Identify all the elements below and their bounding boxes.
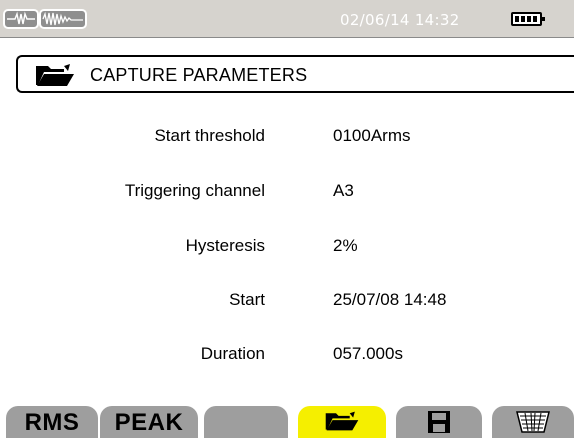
peak-label: PEAK: [114, 409, 184, 436]
waveform-icon: [3, 9, 39, 29]
datetime-display: 02/06/14 14:32: [340, 11, 460, 29]
param-value[interactable]: 0100Arms: [333, 126, 410, 146]
param-label: Duration: [200, 344, 265, 363]
delete-button[interactable]: [492, 406, 574, 438]
param-row-triggering-channel[interactable]: Triggering channel A3: [0, 181, 574, 211]
status-bar: 02/06/14 14:32: [0, 0, 574, 38]
open-folder-button[interactable]: [298, 406, 386, 438]
transient-icon: [39, 9, 87, 29]
param-label: Hysteresis: [185, 236, 265, 255]
folder-open-icon: [34, 63, 76, 92]
page-header: CAPTURE PARAMETERS: [16, 55, 574, 93]
param-value[interactable]: 25/07/08 14:48: [333, 290, 446, 310]
param-row-duration[interactable]: Duration 057.000s: [0, 344, 574, 374]
battery-icon: [511, 12, 545, 26]
param-row-start[interactable]: Start 25/07/08 14:48: [0, 290, 574, 320]
param-row-start-threshold[interactable]: Start threshold 0100Arms: [0, 126, 574, 156]
rms-label: RMS: [24, 409, 80, 436]
page-title: CAPTURE PARAMETERS: [90, 65, 308, 85]
param-value[interactable]: A3: [333, 181, 354, 201]
peak-button[interactable]: PEAK: [100, 406, 198, 438]
param-label: Triggering channel: [124, 181, 265, 200]
folder-open-icon: [324, 410, 360, 437]
blank-softkey: [204, 406, 288, 438]
rms-button[interactable]: RMS: [6, 406, 98, 438]
param-label: Start: [229, 290, 265, 309]
trash-icon: [516, 410, 550, 439]
param-label: Start threshold: [154, 126, 265, 145]
save-button[interactable]: [396, 406, 482, 438]
floppy-disk-icon: [427, 410, 451, 439]
param-value[interactable]: 2%: [333, 236, 358, 256]
param-row-hysteresis[interactable]: Hysteresis 2%: [0, 236, 574, 266]
param-value[interactable]: 057.000s: [333, 344, 403, 364]
